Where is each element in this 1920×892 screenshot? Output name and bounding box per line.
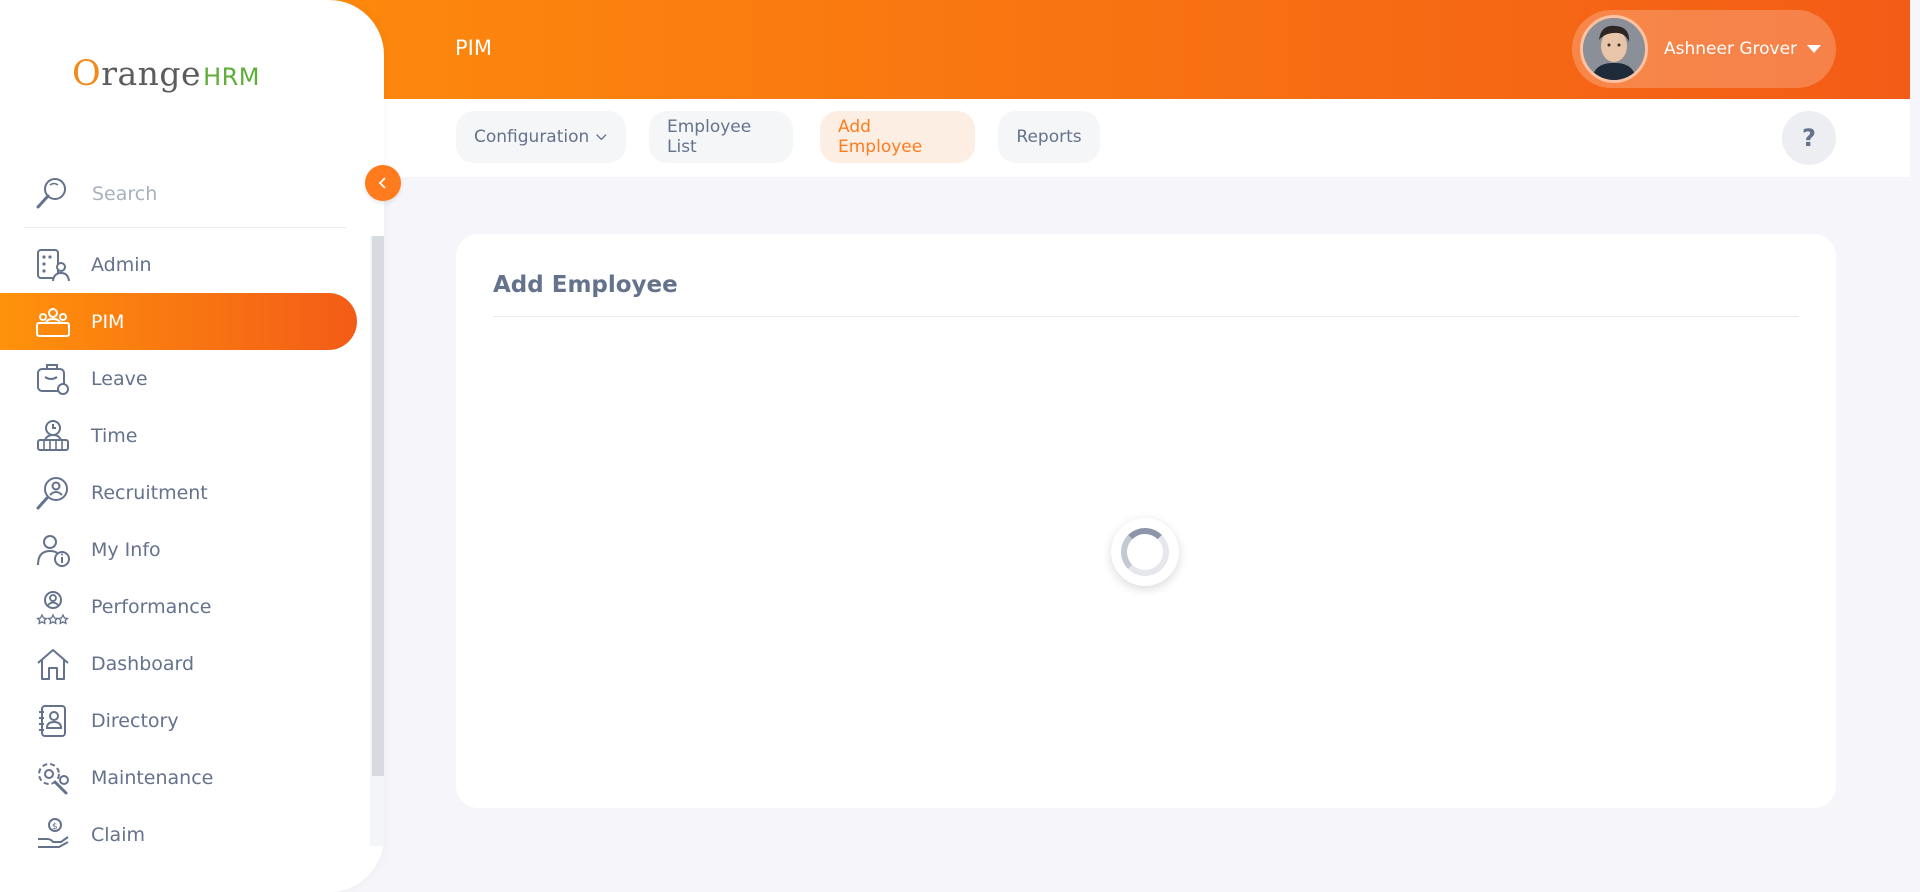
logo-wordmark: range (101, 54, 202, 93)
svg-text:$: $ (52, 822, 58, 832)
sidebar-item-label: Dashboard (91, 652, 195, 675)
sidebar-item-label: Directory (91, 709, 179, 732)
sidebar-item-label: My Info (91, 538, 161, 561)
sidebar-item-time[interactable]: Time (0, 407, 360, 464)
sidebar-item-dashboard[interactable]: Dashboard (0, 635, 360, 692)
sidebar-item-recruitment[interactable]: Recruitment (0, 464, 360, 521)
sidebar-item-label: PIM (91, 310, 125, 333)
recruitment-icon (33, 475, 73, 511)
chevron-down-icon (596, 134, 607, 141)
spinner-icon (1121, 528, 1169, 576)
sidebar-item-directory[interactable]: Directory (0, 692, 360, 749)
claim-icon: $ (33, 817, 73, 853)
search-input[interactable] (90, 181, 330, 206)
sidebar-item-label: Admin (91, 253, 152, 276)
my-info-icon (33, 532, 73, 568)
directory-icon (33, 703, 73, 739)
sidebar-collapse-button[interactable] (365, 165, 401, 201)
module-title: PIM (455, 36, 492, 60)
logo-o: O (72, 54, 102, 94)
sidebar-scrollbar-thumb[interactable] (372, 236, 384, 776)
sidebar: O range HRM Admin PIM (0, 0, 384, 892)
sidebar-item-admin[interactable]: Admin (0, 236, 360, 293)
tab-employee-list-label: Employee List (667, 117, 752, 157)
tab-reports[interactable]: Reports (998, 111, 1100, 163)
tab-employee-list[interactable]: Employee List (649, 111, 793, 163)
tab-add-employee-label: Add Employee (838, 117, 923, 157)
user-avatar (1580, 15, 1648, 83)
add-employee-card: Add Employee (456, 234, 1836, 808)
time-icon (33, 418, 73, 454)
sidebar-item-leave[interactable]: Leave (0, 350, 360, 407)
help-button[interactable]: ? (1782, 111, 1836, 165)
title-divider (493, 316, 1799, 317)
user-dropdown[interactable]: Ashneer Grover (1572, 10, 1836, 88)
sidebar-item-maintenance[interactable]: Maintenance (0, 749, 360, 806)
main-menu: Admin PIM Leave Time Recruitment My Info… (0, 236, 360, 863)
sidebar-item-claim[interactable]: $ Claim (0, 806, 360, 863)
pim-icon (33, 304, 73, 340)
tab-reports-label: Reports (1016, 127, 1082, 147)
user-name: Ashneer Grover (1664, 39, 1798, 59)
sidebar-item-label: Performance (91, 595, 212, 618)
tab-configuration-label: Configuration (474, 127, 590, 147)
sidebar-search (24, 160, 346, 228)
tab-add-employee[interactable]: Add Employee (820, 111, 975, 163)
sidebar-item-label: Maintenance (91, 766, 214, 789)
home-icon (33, 646, 73, 682)
leave-icon (33, 361, 73, 397)
sidebar-item-label: Leave (91, 367, 148, 390)
maintenance-icon (33, 760, 73, 796)
logo-suffix: HRM (203, 63, 260, 91)
sidebar-item-label: Time (91, 424, 138, 447)
loading-spinner (1111, 518, 1179, 586)
performance-icon (33, 589, 73, 625)
tab-configuration[interactable]: Configuration (456, 111, 626, 163)
admin-icon (33, 247, 73, 283)
sidebar-item-performance[interactable]: Performance (0, 578, 360, 635)
sidebar-item-my-info[interactable]: My Info (0, 521, 360, 578)
sidebar-item-label: Claim (91, 823, 145, 846)
orangehrm-logo[interactable]: O range HRM (72, 46, 272, 102)
caret-down-icon (1807, 45, 1822, 53)
page-title: Add Employee (493, 272, 678, 298)
sidebar-item-label: Recruitment (91, 481, 208, 504)
sidebar-item-pim[interactable]: PIM (0, 293, 357, 350)
help-icon: ? (1802, 124, 1816, 152)
search-icon (36, 177, 66, 208)
chevron-left-icon (378, 177, 386, 189)
top-nav-tabs: Configuration Employee List Add Employee… (384, 99, 1910, 177)
